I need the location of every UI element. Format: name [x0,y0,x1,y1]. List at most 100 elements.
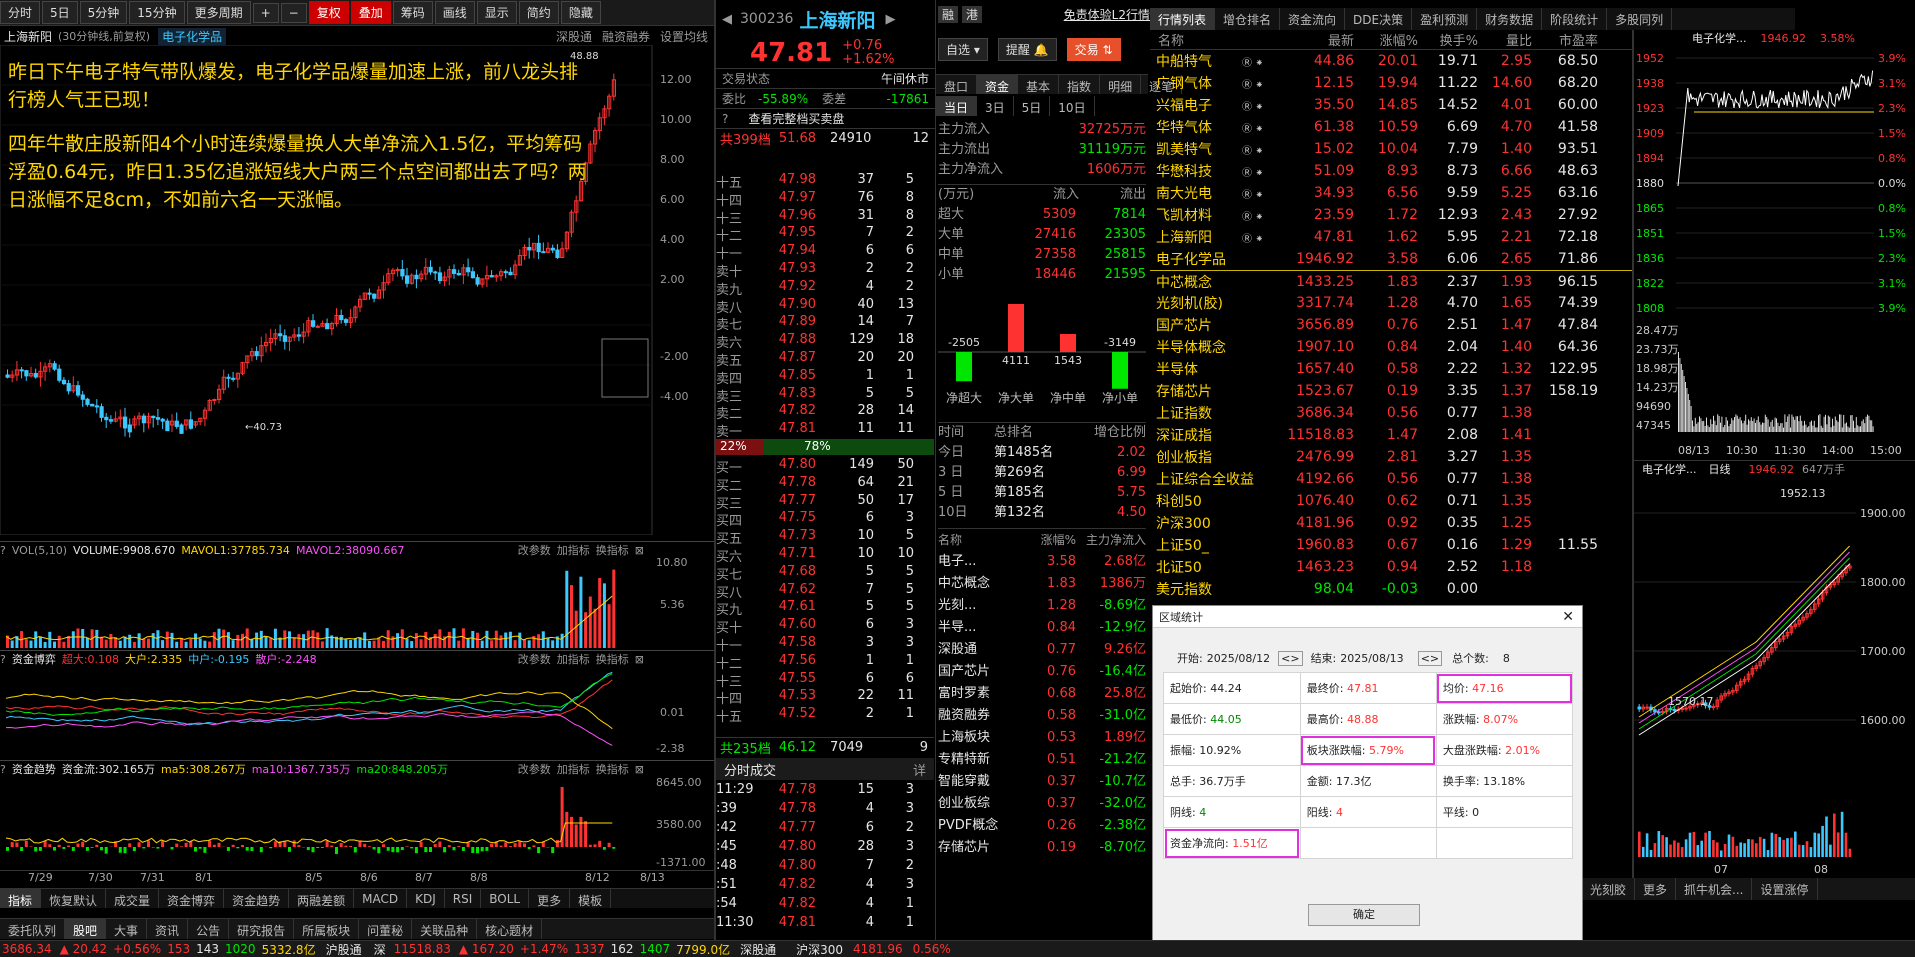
ltabs-tab-6[interactable]: 所属板块 [294,919,360,939]
ftabs-tab-3[interactable]: 指数 [1059,75,1101,94]
sector-row[interactable]: 深股通 0.77 9.26亿 [938,639,1146,661]
order-row[interactable]: 买四 47.75 6 3 [716,510,934,529]
listtabs-tab-6[interactable]: 阶段统计 [1542,8,1608,30]
fdays-tab-3[interactable]: 10日 [1050,96,1095,116]
btabs-tab-8[interactable]: RSI [445,889,482,908]
next-icon[interactable]: ▶ [885,12,895,27]
watchlist-button[interactable]: 自选 ▾ [938,37,988,61]
toolbar-btn-13[interactable]: 隐藏 [560,1,601,24]
order-row[interactable]: 买七 47.68 5 5 [716,564,934,583]
toolbar-btn-4[interactable]: 更多周期 [186,1,251,24]
toolbar-btn-7[interactable]: 复权 [308,1,349,24]
full-orderbook-link[interactable]: ? 查看完整档买卖盘 [716,108,935,128]
order-row[interactable]: 十二 47.95 7 2 [716,225,934,244]
btabs-tab-7[interactable]: KDJ [407,889,445,908]
sector-row[interactable]: 电子... 3.58 2.68亿 [938,551,1146,573]
ftabs-tab-0[interactable]: 盘口 [936,75,978,94]
minitabs-tab-3[interactable]: 设置涨停 [1752,878,1818,900]
order-row[interactable]: 十二 47.56 1 1 [716,653,934,672]
order-row[interactable]: 十一 47.58 3 3 [716,635,934,654]
listtabs-tab-2[interactable]: 资金流向 [1280,8,1346,30]
fund-tool-1[interactable]: 改参数 [518,651,551,667]
btabs-tab-11[interactable]: 模板 [570,889,612,908]
order-row[interactable]: 卖四 47.85 1 1 [716,368,934,387]
minitabs-tab-0[interactable]: 光刻胶 [1582,878,1636,900]
btabs-tab-0[interactable]: 指标 [0,889,42,908]
order-row[interactable]: 十三 47.96 31 8 [716,208,934,227]
fund-tool-3[interactable]: 换指标 [596,651,629,667]
order-row[interactable]: 买十 47.60 6 3 [716,617,934,636]
market-row[interactable]: 电子化学品 1946.92 3.58 6.06 2.65 71.86 [1150,248,1632,270]
ltabs-tab-5[interactable]: 研究报告 [229,919,295,939]
end-stepper[interactable]: <> [1417,650,1443,666]
fdays-tab-2[interactable]: 5日 [1014,96,1051,116]
market-row[interactable]: 中船特气 Ⓡ ⁕ 44.86 20.01 19.71 2.95 68.50 [1150,50,1632,72]
btabs-tab-3[interactable]: 资金博弈 [159,889,225,908]
order-row[interactable]: 卖二 47.82 28 14 [716,403,934,422]
link-ma-settings[interactable]: 设置均线 [660,28,708,45]
sector-row[interactable]: 富时罗素 0.68 25.8亿 [938,683,1146,705]
toolbar-btn-1[interactable]: 5日 [42,1,78,24]
sector-row[interactable]: 存储芯片 0.19 -8.70亿 [938,837,1146,859]
market-row[interactable]: 凯美特气 Ⓡ ⁕ 15.02 10.04 7.79 1.40 93.51 [1150,138,1632,160]
market-row[interactable]: 沪深300 4181.96 0.92 0.35 1.25 [1150,512,1632,534]
toolbar-btn-8[interactable]: 叠加 [350,1,391,24]
vol-tool-1[interactable]: 改参数 [518,542,551,558]
sector-row[interactable]: 创业板综 0.37 -32.0亿 [938,793,1146,815]
market-row[interactable]: 半导体 1657.40 0.58 2.22 1.32 122.95 [1150,358,1632,380]
toolbar-btn-11[interactable]: 显示 [476,1,517,24]
sector-row[interactable]: 光刻... 1.28 -8.69亿 [938,595,1146,617]
close-icon[interactable]: ⊠ [635,544,644,557]
ltabs-tab-7[interactable]: 问董秘 [359,919,413,939]
btabs-tab-10[interactable]: 更多 [529,889,571,908]
sector-row[interactable]: PVDF概念 0.26 -2.38亿 [938,815,1146,837]
vol-tool-3[interactable]: 换指标 [596,542,629,558]
ltabs-tab-9[interactable]: 核心题材 [477,919,543,939]
order-row[interactable]: 卖七 47.89 14 7 [716,314,934,333]
market-row[interactable]: 存储芯片 1523.67 0.19 3.35 1.37 158.19 [1150,380,1632,402]
market-row[interactable]: 上证指数 3686.34 0.56 0.77 1.38 [1150,402,1632,424]
market-row[interactable]: 上证50_ 1960.83 0.67 0.16 1.29 11.55 [1150,534,1632,556]
market-row[interactable]: 华懋科技 Ⓡ ⁕ 51.09 8.93 8.73 6.66 48.63 [1150,160,1632,182]
close-icon[interactable]: ⊠ [635,763,644,776]
fund-tool-2[interactable]: 加指标 [557,651,590,667]
market-row[interactable]: 广钢气体 Ⓡ ⁕ 12.15 19.94 11.22 14.60 68.20 [1150,72,1632,94]
listtabs-tab-3[interactable]: DDE决策 [1345,8,1413,30]
market-row[interactable]: 北证50 1463.23 0.94 2.52 1.18 [1150,556,1632,578]
ltabs-tab-2[interactable]: 大事 [106,919,148,939]
order-row[interactable]: 买八 47.62 7 5 [716,582,934,601]
ok-button[interactable]: 确定 [1308,904,1420,926]
market-row[interactable]: 飞凯材料 Ⓡ ⁕ 23.59 1.72 12.93 2.43 27.92 [1150,204,1632,226]
listtabs-tab-0[interactable]: 行情列表 [1150,8,1216,30]
sector-row[interactable]: 上海板块 0.53 1.89亿 [938,727,1146,749]
link-sgt[interactable]: 深股通 [556,28,592,45]
market-row[interactable]: 国产芯片 3656.89 0.76 2.51 1.47 47.84 [1150,314,1632,336]
order-row[interactable]: 买二 47.78 64 21 [716,475,934,494]
toolbar-btn-3[interactable]: 15分钟 [129,1,185,24]
btabs-tab-6[interactable]: MACD [354,889,408,908]
sector-row[interactable]: 国产芯片 0.76 -16.4亿 [938,661,1146,683]
close-icon[interactable]: ⊠ [635,653,644,666]
alert-button[interactable]: 提醒 🔔 [997,37,1057,61]
trend-tool-2[interactable]: 加指标 [557,761,590,777]
toolbar-btn-9[interactable]: 筹码 [392,1,433,24]
ftabs-tab-2[interactable]: 基本 [1018,75,1060,94]
listtabs-tab-4[interactable]: 盈利预测 [1412,8,1478,30]
order-row[interactable]: 买九 47.61 5 5 [716,599,934,618]
ltabs-tab-0[interactable]: 委托队列 [0,919,66,939]
listtabs-tab-5[interactable]: 财务数据 [1477,8,1543,30]
trade-button[interactable]: 交易 ⇅ [1066,37,1121,61]
btabs-tab-2[interactable]: 成交量 [106,889,160,908]
sector-row[interactable]: 融资融券 0.58 -31.0亿 [938,705,1146,727]
market-row[interactable]: 中芯概念 1433.25 1.83 2.37 1.93 96.15 [1150,270,1632,292]
ftabs-tab-1[interactable]: 资金 [977,75,1019,94]
toolbar-btn-10[interactable]: 画线 [434,1,475,24]
order-row[interactable]: 卖五 47.87 20 20 [716,350,934,369]
market-row[interactable]: 深证成指 11518.83 1.47 2.08 1.41 [1150,424,1632,446]
order-row[interactable]: 卖一 47.81 11 11 [716,421,934,440]
ltabs-tab-3[interactable]: 资讯 [147,919,189,939]
order-row[interactable]: 十三 47.55 6 6 [716,671,934,690]
market-row[interactable]: 创业板指 2476.99 2.81 3.27 1.35 [1150,446,1632,468]
toolbar-btn-12[interactable]: 简约 [518,1,559,24]
order-row[interactable]: 卖九 47.92 4 2 [716,279,934,298]
